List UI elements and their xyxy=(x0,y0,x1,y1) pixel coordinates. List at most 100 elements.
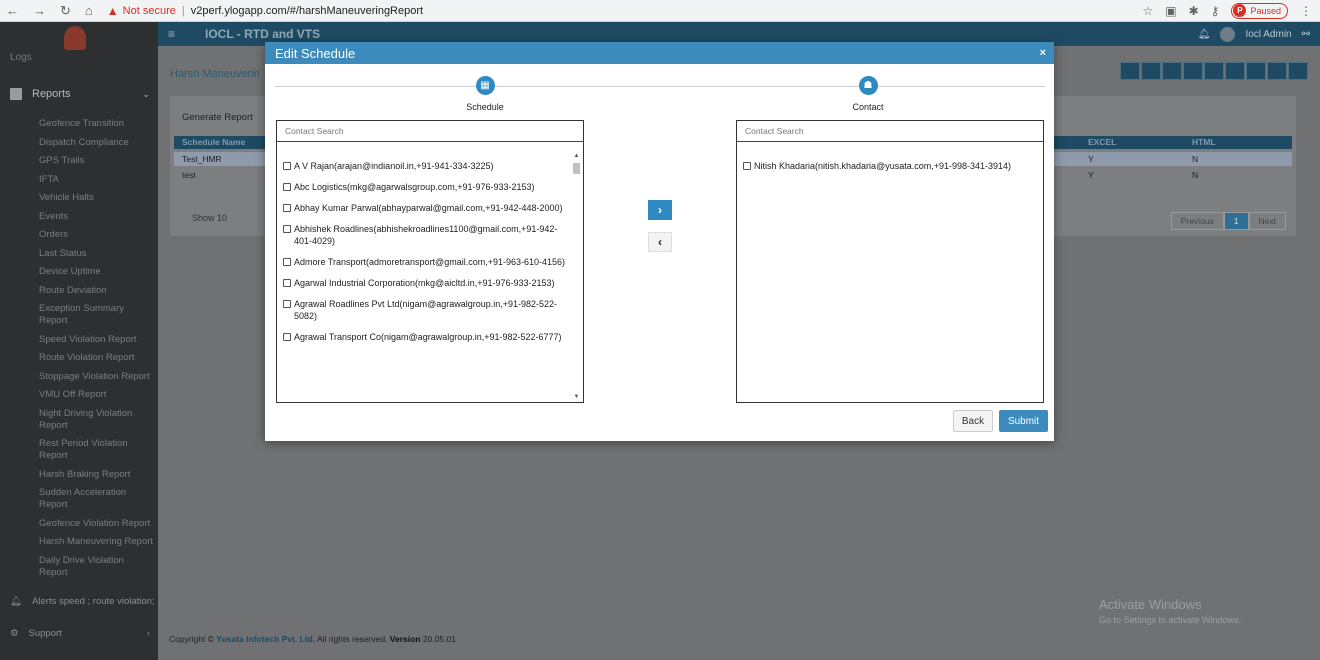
reports-icon xyxy=(10,88,22,100)
close-icon[interactable]: × xyxy=(1040,47,1046,59)
sidebar-item-support[interactable]: ⚙ Support ‹ xyxy=(10,628,150,639)
report-item[interactable]: Night Driving Violation Report xyxy=(39,408,154,432)
list-item[interactable]: Abhishek Roadlines(abhishekroadlines1100… xyxy=(283,223,569,247)
checkbox[interactable] xyxy=(283,258,291,266)
list-item[interactable]: Abc Logistics(mkg@agarwalsgroup.com,+91-… xyxy=(283,181,569,193)
back-button[interactable]: Back xyxy=(953,410,993,432)
sidebar-item-logs[interactable]: Logs xyxy=(10,52,32,63)
report-item[interactable]: Device Uptime xyxy=(39,266,154,278)
checkbox[interactable] xyxy=(283,333,291,341)
checkbox[interactable] xyxy=(283,300,291,308)
back-arrow-icon[interactable]: ← xyxy=(6,3,19,19)
report-item[interactable]: Events xyxy=(39,211,154,223)
notification-icon[interactable]: 🔔︎ xyxy=(1198,29,1211,40)
report-item[interactable]: Orders xyxy=(39,229,154,241)
list-item[interactable]: A V Rajan(arajan@indianoil.in,+91-941-33… xyxy=(283,160,569,172)
report-item[interactable]: Speed Violation Report xyxy=(39,334,154,346)
page-size-selector[interactable]: Show 10 xyxy=(192,213,227,223)
list-item[interactable]: Nitish Khadaria(nitish.khadaria@yusata.c… xyxy=(743,160,1043,172)
list-item[interactable]: Agrawal Roadlines Pvt Ltd(nigam@agrawalg… xyxy=(283,298,569,322)
report-item-active[interactable]: Harsh Maneuvering Report xyxy=(39,536,154,548)
footer-version: 20.05.01 xyxy=(422,634,456,644)
chevron-down-icon[interactable] xyxy=(1288,62,1308,80)
reload-icon[interactable]: ↻ xyxy=(60,3,71,19)
tab-generate-report[interactable]: Generate Report xyxy=(182,112,253,123)
checkbox[interactable] xyxy=(743,162,751,170)
profile-paused-button[interactable]: P Paused xyxy=(1231,2,1288,19)
list-item[interactable]: Agarwal Industrial Corporation(mkg@aiclt… xyxy=(283,277,569,289)
contact-search-input[interactable] xyxy=(285,126,583,136)
report-item[interactable]: Rest Period Violation Report xyxy=(39,438,154,462)
report-item[interactable]: IFTA xyxy=(39,174,154,186)
plus-icon[interactable] xyxy=(1141,62,1161,80)
extension-icon[interactable]: ▣ xyxy=(1165,4,1176,18)
footer-company-link[interactable]: Yusata Infotech Pvt. Ltd. xyxy=(216,634,315,644)
scrollbar[interactable]: ▲ ▼ xyxy=(572,153,581,400)
sidebar-item-reports[interactable]: Reports ⌄ xyxy=(10,88,150,100)
list-item[interactable]: Abhay Kumar Parwal(abhayparwal@gmail.com… xyxy=(283,202,569,214)
forward-arrow-icon[interactable]: → xyxy=(33,3,46,19)
checkbox[interactable] xyxy=(283,204,291,212)
user-avatar[interactable] xyxy=(1220,26,1236,42)
report-item[interactable]: Vehicle Halts xyxy=(39,192,154,204)
star-icon[interactable]: ☆ xyxy=(1143,4,1154,18)
eye-icon[interactable] xyxy=(1162,62,1182,80)
selected-contacts-panel: Nitish Khadaria(nitish.khadaria@yusata.c… xyxy=(736,120,1044,403)
refresh-icon[interactable] xyxy=(1225,62,1245,80)
report-item[interactable]: Dispatch Compliance xyxy=(39,137,154,149)
contact-search-input[interactable] xyxy=(745,126,1043,136)
move-right-button[interactable]: › xyxy=(648,200,672,220)
report-item[interactable]: GPS Trails xyxy=(39,155,154,167)
list-item[interactable]: Agrawal Transport Co(nigam@agrawalgroup.… xyxy=(283,331,569,343)
checkbox[interactable] xyxy=(283,225,291,233)
step-contact[interactable]: ☗ Contact xyxy=(828,76,908,112)
pager-next[interactable]: Next xyxy=(1248,212,1286,230)
toggle-icon[interactable] xyxy=(1246,62,1266,80)
pager-current[interactable]: 1 xyxy=(1223,212,1249,230)
hamburger-icon[interactable]: ≡ xyxy=(168,27,175,41)
scroll-down-icon[interactable]: ▼ xyxy=(572,394,581,400)
step-schedule[interactable]: ▦ Schedule xyxy=(445,76,525,112)
key-icon[interactable]: ⚷ xyxy=(1211,4,1220,18)
timer-icon[interactable] xyxy=(1120,62,1140,80)
report-item[interactable]: VMU Off Report xyxy=(39,389,154,401)
share-icon[interactable]: ⚯ xyxy=(1302,29,1310,40)
sidebar-item-alerts[interactable]: 🔔︎ Alerts speed ; route violation; xyxy=(10,596,155,607)
report-item[interactable]: Route Deviation xyxy=(39,285,154,297)
address-bar[interactable]: v2perf.ylogapp.com/#/harshManeuveringRep… xyxy=(191,5,423,17)
report-item[interactable]: Exception Summary Report xyxy=(39,303,154,327)
report-item[interactable]: Last Status xyxy=(39,248,154,260)
move-left-button[interactable]: ‹ xyxy=(648,232,672,252)
checkbox[interactable] xyxy=(283,162,291,170)
submit-button[interactable]: Submit xyxy=(999,410,1048,432)
chevron-left-icon: ‹ xyxy=(146,628,150,639)
report-item[interactable]: Geofence Transition xyxy=(39,118,154,130)
checkbox[interactable] xyxy=(283,279,291,287)
report-item[interactable]: Stoppage Violation Report xyxy=(39,371,154,383)
col-excel[interactable]: EXCEL xyxy=(1088,137,1116,147)
contact-label: Abhishek Roadlines(abhishekroadlines1100… xyxy=(294,224,558,246)
scroll-up-icon[interactable]: ▲ xyxy=(572,153,581,159)
report-item[interactable]: Route Violation Report xyxy=(39,352,154,364)
report-item[interactable]: Daily Drive Violation Report xyxy=(39,555,154,579)
home-icon[interactable]: ⌂ xyxy=(85,3,93,19)
puzzle-icon[interactable]: ✱ xyxy=(1189,4,1199,18)
profile-avatar: P xyxy=(1233,4,1247,17)
pager-previous[interactable]: Previous xyxy=(1170,212,1224,230)
user-name[interactable]: Iocl Admin xyxy=(1245,29,1291,40)
col-schedule-name[interactable]: Schedule Name xyxy=(182,137,245,147)
not-secure-label[interactable]: Not secure xyxy=(123,5,176,17)
checkbox[interactable] xyxy=(283,183,291,191)
stop-icon[interactable] xyxy=(1204,62,1224,80)
report-item[interactable]: Geofence Violation Report xyxy=(39,518,154,530)
list-item[interactable]: Admore Transport(admoretransport@gmail.c… xyxy=(283,256,569,268)
show-value[interactable]: 10 xyxy=(217,213,227,223)
report-item[interactable]: Harsh Braking Report xyxy=(39,469,154,481)
scroll-thumb[interactable] xyxy=(573,163,580,174)
report-item[interactable]: Sudden Acceleration Report xyxy=(39,487,154,511)
edit-icon[interactable] xyxy=(1183,62,1203,80)
contact-label: Nitish Khadaria(nitish.khadaria@yusata.c… xyxy=(754,161,1012,171)
menu-kebab-icon[interactable]: ⋮ xyxy=(1300,4,1312,18)
col-html[interactable]: HTML xyxy=(1192,137,1216,147)
filter-icon[interactable] xyxy=(1267,62,1287,80)
